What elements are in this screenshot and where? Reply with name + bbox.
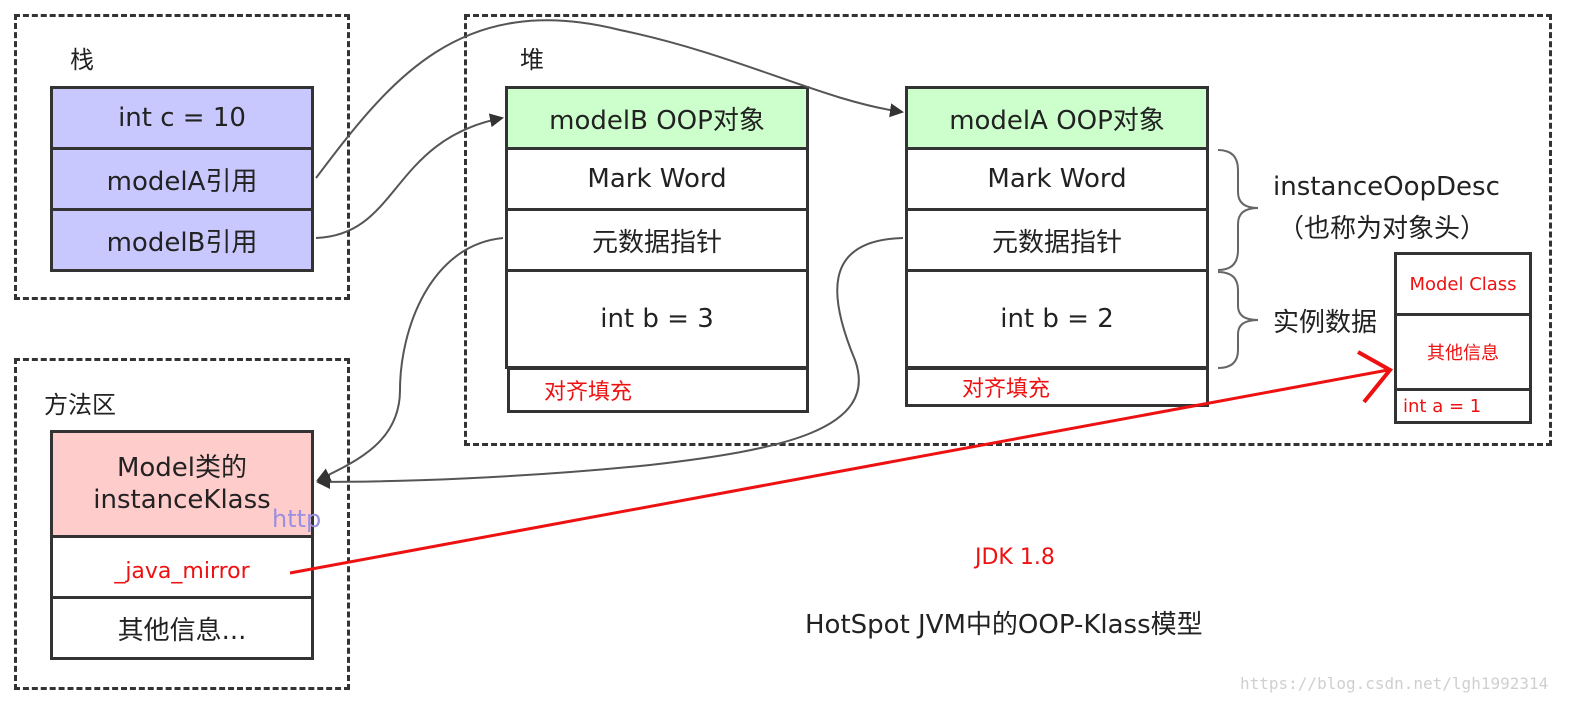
brace-instance-oop-desc [1217,149,1259,271]
arrow-modelA-ref-to-oop [315,19,904,179]
brace-instance-data [1217,271,1259,369]
arrow-modelB-ref-to-oop [315,113,504,239]
arrow-java-mirror-head [1357,350,1394,404]
arrow-modelA-metadata-to-klass [316,237,904,489]
arrow-modelB-metadata-to-klass [316,237,504,482]
arrow-java-mirror-to-model-class [289,368,1389,575]
connector-layer [289,19,1394,575]
